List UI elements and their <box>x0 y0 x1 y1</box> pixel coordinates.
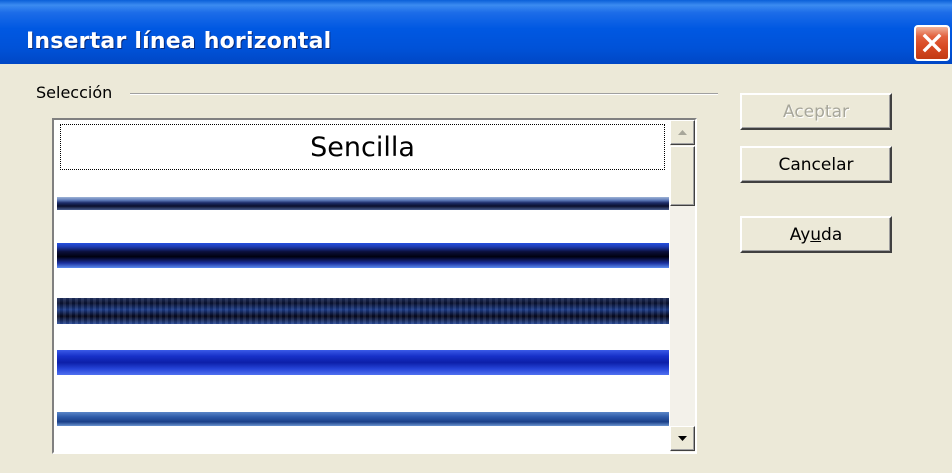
line-style-listbox[interactable]: Sencilla <box>52 118 697 454</box>
selection-group-label: Selección <box>36 83 119 102</box>
title-bar[interactable]: Insertar línea horizontal <box>0 0 952 64</box>
cancel-button[interactable]: Cancelar <box>740 146 892 183</box>
close-button[interactable] <box>914 25 950 61</box>
line-style-items: Sencilla <box>54 120 670 452</box>
accept-button[interactable]: Aceptar <box>740 93 892 130</box>
scroll-up-button[interactable] <box>670 120 695 145</box>
dialog-window: Insertar línea horizontal Selección Senc… <box>0 0 952 473</box>
arrow-up-icon <box>678 130 687 135</box>
help-label-mnemonic: u <box>810 224 822 245</box>
scroll-thumb[interactable] <box>670 146 695 206</box>
list-item-line-style[interactable] <box>57 350 669 375</box>
list-item-line-style[interactable] <box>57 412 669 426</box>
help-button[interactable]: Ay u da <box>740 216 892 253</box>
close-icon <box>922 33 942 53</box>
list-item-line-style[interactable] <box>57 243 669 268</box>
group-divider <box>130 93 718 95</box>
help-label-prefix: Ay <box>789 224 811 245</box>
list-item-line-style[interactable] <box>57 197 669 210</box>
vertical-scrollbar[interactable] <box>670 120 695 452</box>
list-item-line-style[interactable] <box>57 298 669 324</box>
help-label-suffix: da <box>821 224 843 245</box>
arrow-down-icon <box>678 436 687 441</box>
list-item-plain-label: Sencilla <box>310 131 415 163</box>
list-item-plain[interactable]: Sencilla <box>60 124 665 170</box>
scroll-down-button[interactable] <box>670 426 695 451</box>
window-title: Insertar línea horizontal <box>26 29 332 54</box>
